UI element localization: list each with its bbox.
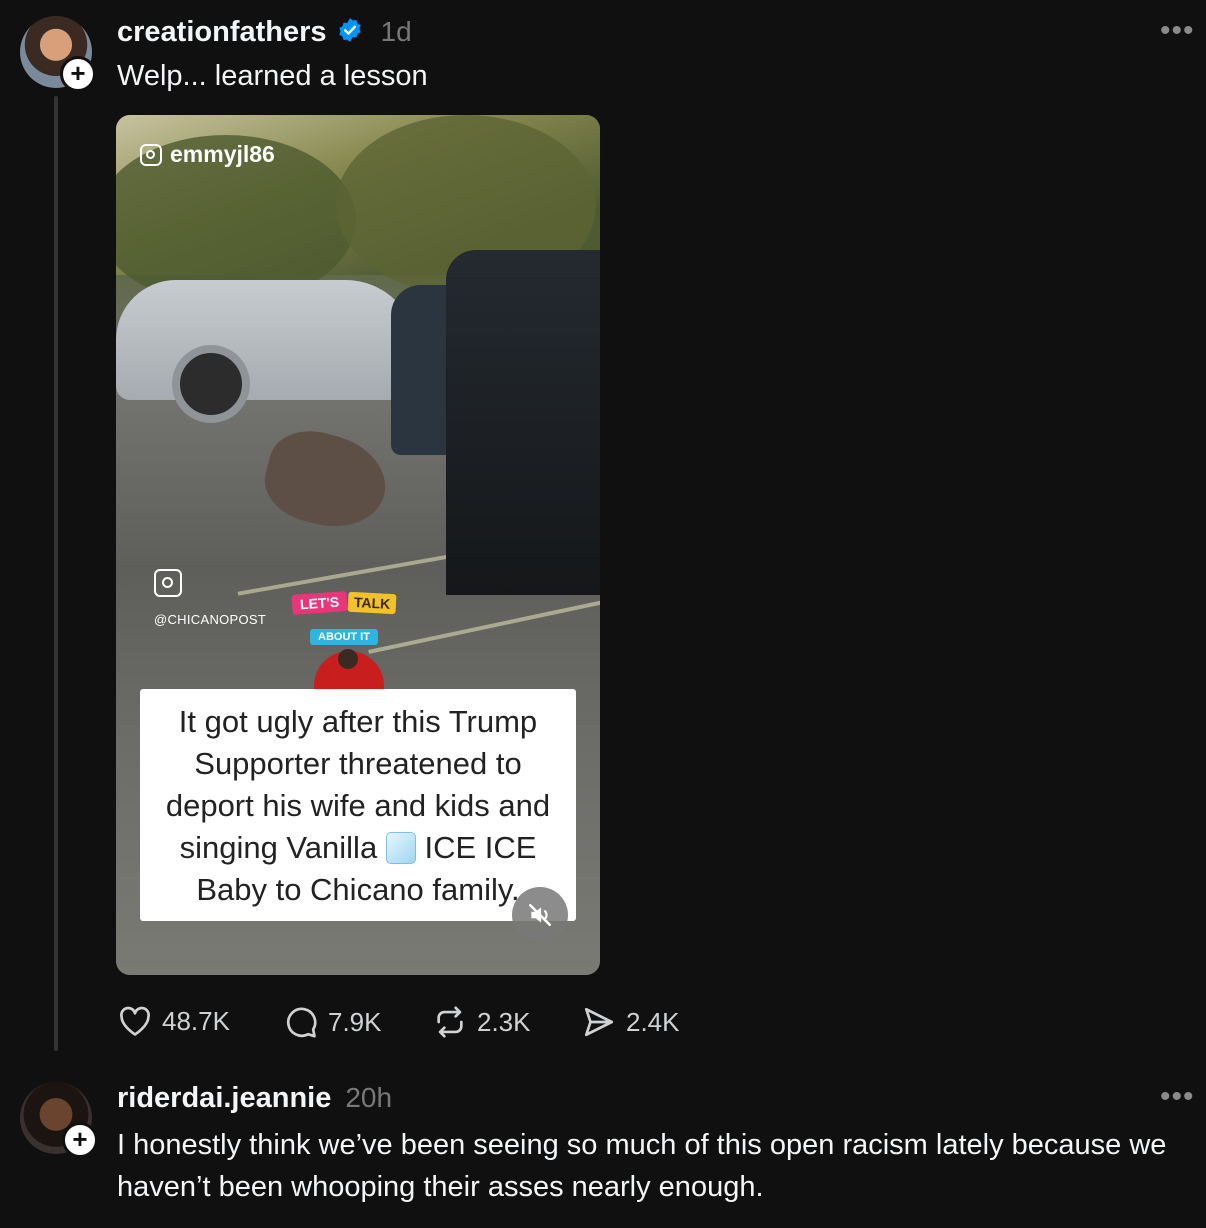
lets-talk-sticker: LET'S TALK: [291, 591, 397, 615]
reply-text: I honestly think we’ve been seeing so mu…: [117, 1129, 1167, 1203]
instagram-icon: [154, 569, 182, 597]
like-count: 48.7K: [162, 1005, 230, 1036]
sticker-person-head: [338, 649, 358, 669]
heart-icon: [120, 1006, 150, 1036]
comment-count: 7.9K: [328, 1006, 382, 1037]
comment-icon: [286, 1007, 317, 1038]
post-username[interactable]: creationfathers: [117, 16, 327, 49]
share-button[interactable]: 2.4K: [582, 1005, 680, 1039]
caption-line: singing Vanilla ICE ICE: [140, 827, 576, 869]
caption-line: deport his wife and kids and: [165, 788, 551, 823]
watermark-username: emmyjl86: [170, 141, 275, 167]
caption-line: Supporter threatened to: [194, 746, 522, 781]
instagram-icon: [140, 143, 162, 166]
watermark-handle: @CHICANOPOST: [154, 612, 267, 627]
car-wheel: [172, 345, 250, 423]
video-caption: It got ugly after this Trump Supporter t…: [140, 689, 576, 921]
silver-car: [116, 280, 416, 400]
follow-plus-icon[interactable]: +: [62, 1122, 98, 1158]
share-count: 2.4K: [626, 1006, 680, 1037]
muted-speaker-icon: [528, 903, 552, 927]
reply-header: riderdai.jeannie 20h: [117, 1078, 392, 1118]
thread-line: [54, 96, 58, 1051]
post-header: creationfathers 1d: [117, 12, 412, 52]
instagram-watermark: emmyjl86: [140, 141, 275, 168]
black-suv: [446, 250, 600, 595]
post-time: 1d: [380, 16, 412, 47]
caption-text: singing Vanilla: [179, 830, 378, 865]
reply-username[interactable]: riderdai.jeannie: [117, 1082, 331, 1115]
sticker-word: LET'S: [291, 591, 348, 615]
send-icon: [584, 1007, 614, 1037]
comment-button[interactable]: 7.9K: [284, 1005, 382, 1039]
like-button[interactable]: 48.7K: [118, 1005, 230, 1037]
repost-count: 2.3K: [477, 1006, 531, 1037]
repost-icon: [437, 1006, 463, 1038]
more-options-button[interactable]: •••: [1160, 1080, 1195, 1114]
sticker-word: ABOUT IT: [310, 629, 378, 645]
verified-badge-icon: [337, 17, 363, 48]
ice-cube-icon: [385, 832, 416, 864]
mute-button[interactable]: [512, 887, 568, 943]
post-video[interactable]: emmyjl86 @CHICANOPOST LET'S TALK ABOUT I…: [116, 115, 600, 975]
repost-button[interactable]: 2.3K: [433, 1005, 531, 1039]
follow-plus-icon[interactable]: +: [60, 56, 96, 92]
caption-line: Baby to Chicano family.: [196, 872, 520, 907]
caption-text: ICE ICE: [424, 830, 537, 865]
sticker-word: TALK: [347, 591, 397, 615]
reply-time: 20h: [345, 1082, 393, 1113]
post-text: Welp... learned a lesson: [117, 60, 428, 92]
caption-line: It got ugly after this Trump: [178, 704, 538, 739]
more-options-button[interactable]: •••: [1160, 14, 1195, 48]
